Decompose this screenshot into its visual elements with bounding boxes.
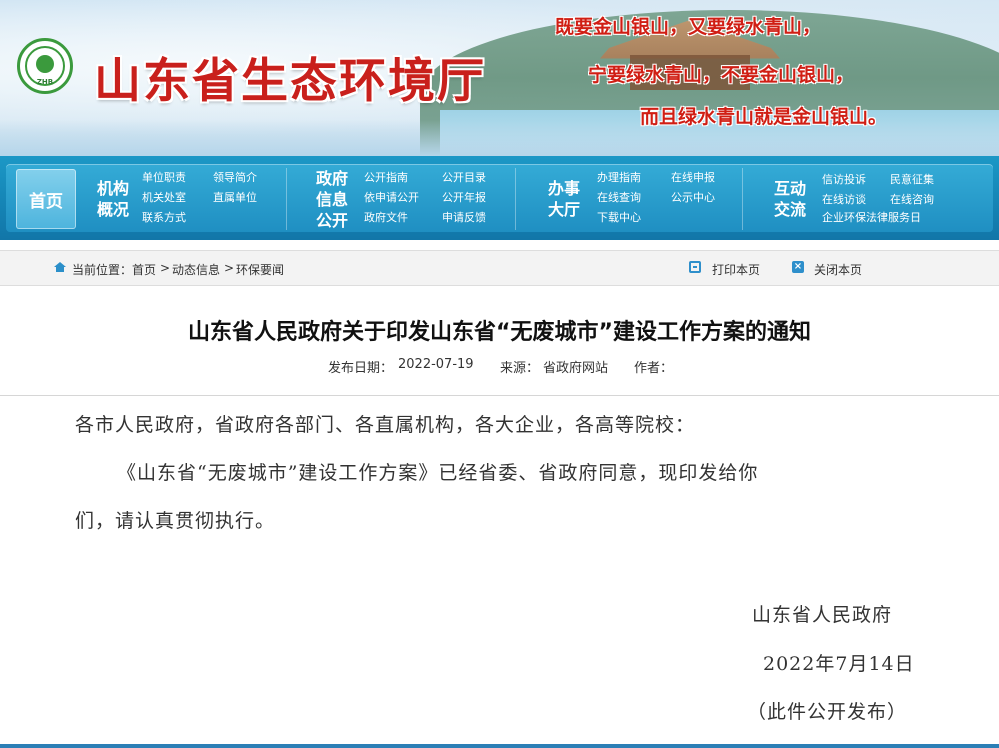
nav-group-title-line: 机构 bbox=[96, 179, 129, 198]
nav-link-online-consult[interactable]: 在线咨询 bbox=[890, 193, 934, 207]
nav-link-online-application[interactable]: 在线申报 bbox=[671, 171, 715, 185]
breadcrumb-env-news[interactable]: 环保要闻 bbox=[236, 261, 284, 278]
logo-text: ZHB bbox=[36, 78, 54, 86]
source-label: 来源： bbox=[500, 361, 540, 376]
publish-date-label: 发布日期： bbox=[328, 361, 394, 376]
breadcrumb-separator: > bbox=[224, 261, 235, 275]
breadcrumb-news[interactable]: 动态信息 bbox=[172, 261, 220, 278]
nav-link-leaders[interactable]: 领导简介 bbox=[213, 171, 257, 185]
nav-link-affiliated-units[interactable]: 直属单位 bbox=[213, 191, 257, 205]
header-divider bbox=[0, 395, 999, 396]
nav-separator bbox=[742, 168, 743, 230]
signature-org: 山东省人民政府 bbox=[752, 604, 893, 626]
nav-link-annual-report[interactable]: 公开年报 bbox=[442, 191, 486, 205]
nav-link-public-notice[interactable]: 公示中心 bbox=[671, 191, 715, 205]
nav-separator bbox=[515, 168, 516, 230]
print-page-link[interactable]: 打印本页 bbox=[712, 261, 760, 278]
home-icon bbox=[54, 262, 66, 272]
nav-link-disclosure-catalog[interactable]: 公开目录 bbox=[442, 171, 486, 185]
body-paragraph-line-1: 《山东省“无废城市”建设工作方案》已经省委、省政府同意，现印发给你 bbox=[117, 462, 759, 484]
nav-group-title-line: 概况 bbox=[96, 200, 129, 219]
nav-group-title-institution[interactable]: 机构 概况 bbox=[92, 178, 134, 220]
site-logo[interactable]: ZHB bbox=[17, 38, 73, 94]
breadcrumb-prefix: 当前位置： bbox=[72, 263, 133, 277]
site-title[interactable]: 山东省生态环境厅 bbox=[94, 42, 486, 111]
nav-group-title-line: 互动 bbox=[773, 179, 806, 198]
breadcrumb-home[interactable]: 首页 bbox=[132, 261, 156, 278]
nav-link-disclosure-guide[interactable]: 公开指南 bbox=[364, 171, 408, 185]
signature-date: 2022年7月14日 bbox=[763, 653, 915, 675]
close-page-link[interactable]: 关闭本页 bbox=[814, 261, 862, 278]
publish-date: 2022-07-19 bbox=[398, 357, 474, 372]
breadcrumb-separator: > bbox=[160, 261, 171, 275]
nav-link-online-interview[interactable]: 在线访谈 bbox=[822, 193, 866, 207]
nav-group-title-gov-info[interactable]: 政府 信息 公开 bbox=[311, 168, 353, 231]
nav-link-gov-documents[interactable]: 政府文件 bbox=[364, 211, 408, 225]
bottom-divider bbox=[0, 744, 999, 748]
logo-sun-icon bbox=[36, 55, 54, 73]
nav-group-title-interaction[interactable]: 互动 交流 bbox=[769, 178, 811, 220]
nav-link-service-guide[interactable]: 办理指南 bbox=[597, 171, 641, 185]
nav-link-unit-duties[interactable]: 单位职责 bbox=[142, 171, 186, 185]
nav-link-opinion-collection[interactable]: 民意征集 bbox=[890, 173, 934, 187]
nav-group-title-line: 交流 bbox=[773, 200, 806, 219]
author-label: 作者： bbox=[634, 361, 674, 376]
article-title: 山东省人民政府关于印发山东省“无废城市”建设工作方案的通知 bbox=[188, 320, 811, 345]
close-icon[interactable]: × bbox=[792, 261, 804, 273]
nav-group-title-line: 公开 bbox=[315, 211, 348, 230]
body-paragraph-line-2: 们，请认真贯彻执行。 bbox=[75, 510, 276, 532]
slogan-line-2: 宁要绿水青山，不要金山银山， bbox=[588, 64, 855, 86]
nav-link-online-query[interactable]: 在线查询 bbox=[597, 191, 641, 205]
nav-group-title-service-hall[interactable]: 办事 大厅 bbox=[543, 178, 585, 220]
nav-link-download-center[interactable]: 下载中心 bbox=[597, 211, 641, 225]
body-salutation: 各市人民政府，省政府各部门、各直属机构，各大企业，各高等院校： bbox=[75, 414, 696, 436]
nav-link-petition[interactable]: 信访投诉 bbox=[822, 173, 866, 187]
nav-link-contact[interactable]: 联系方式 bbox=[142, 211, 186, 225]
nav-home-button[interactable]: 首页 bbox=[16, 169, 76, 229]
nav-group-title-line: 大厅 bbox=[547, 200, 580, 219]
nav-link-application-feedback[interactable]: 申请反馈 bbox=[442, 211, 486, 225]
nav-link-application-disclosure[interactable]: 依申请公开 bbox=[364, 191, 419, 205]
nav-link-departments[interactable]: 机关处室 bbox=[142, 191, 186, 205]
nav-group-title-line: 办事 bbox=[547, 179, 580, 198]
source-value: 省政府网站 bbox=[543, 361, 609, 376]
slogan-line-3: 而且绿水青山就是金山银山。 bbox=[640, 106, 888, 128]
print-icon[interactable] bbox=[689, 261, 701, 273]
slogan-line-1: 既要金山银山，又要绿水青山， bbox=[555, 16, 822, 38]
publication-note: （此件公开发布） bbox=[747, 701, 908, 723]
nav-group-title-line: 信息 bbox=[315, 190, 348, 209]
nav-group-title-line: 政府 bbox=[315, 169, 348, 188]
nav-separator bbox=[286, 168, 287, 230]
nav-link-enterprise-legal-day[interactable]: 企业环保法律服务日 bbox=[822, 211, 921, 225]
